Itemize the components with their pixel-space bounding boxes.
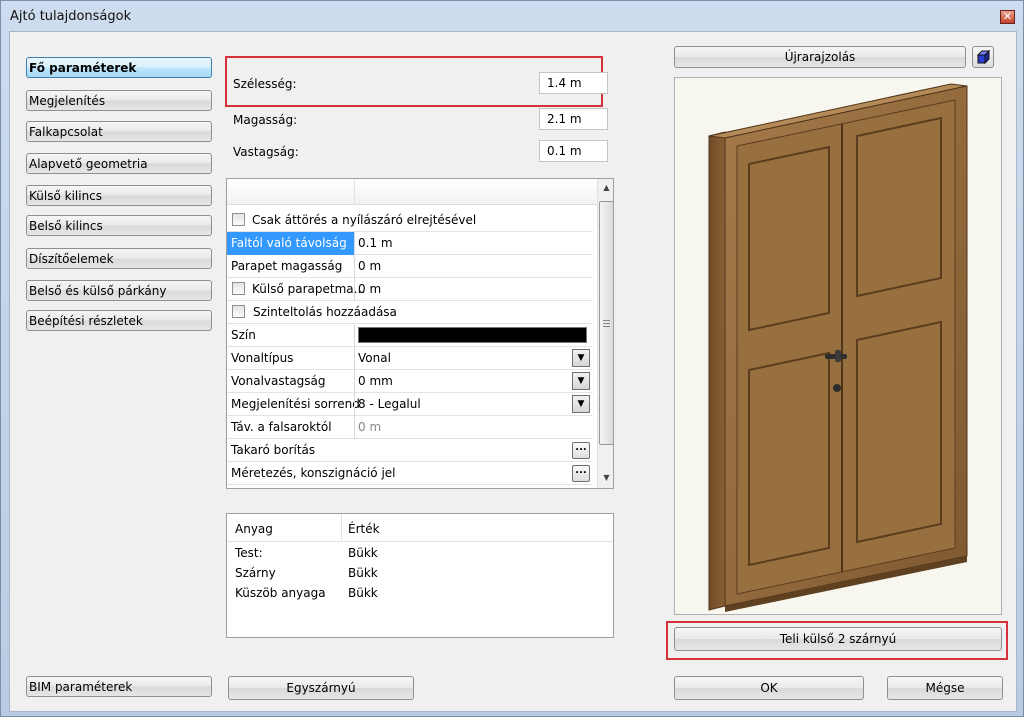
sidebar-item-beepitesi-reszletek[interactable]: Beépítési részletek [26, 310, 212, 331]
material-value[interactable]: Bükk [348, 546, 378, 560]
property-key: Csak áttörés a nyílászáró elrejtésével [252, 213, 477, 227]
property-value: 0 m [358, 420, 382, 434]
property-key: Takaró borítás [231, 443, 316, 457]
thickness-input[interactable]: 0.1 m [539, 140, 608, 162]
property-row[interactable]: Szinteltolás hozzáadása [227, 301, 593, 324]
height-label: Magasság: [233, 113, 298, 127]
materials-header [227, 514, 613, 542]
bim-parameters-button[interactable]: BIM paraméterek [26, 676, 212, 697]
material-value[interactable]: Bükk [348, 566, 378, 580]
outer-sill-checkbox[interactable] [232, 282, 245, 295]
property-row[interactable]: Takaró borítás ... [227, 439, 593, 462]
property-row[interactable]: Külső parapetma... 0 m [227, 278, 593, 301]
width-label: Szélesség: [233, 77, 297, 91]
property-row: Táv. a falsaroktól 0 m [227, 416, 593, 439]
cube-icon [976, 49, 991, 65]
property-key: Vonaltípus [231, 351, 294, 365]
property-key: Faltól való távolság [227, 232, 354, 255]
door-type-button[interactable]: Teli külső 2 szárnyú [674, 627, 1002, 651]
material-name[interactable]: Szárny [235, 566, 276, 580]
ok-button[interactable]: OK [674, 676, 864, 700]
property-value[interactable]: Vonal [358, 351, 391, 365]
scroll-down-icon[interactable]: ▼ [598, 469, 613, 486]
dialog-window: Ajtó tulajdonságok ✕ Fő paraméterek Megj… [0, 0, 1024, 717]
scroll-thumb[interactable] [599, 201, 613, 445]
property-key: Szinteltolás hozzáadása [253, 305, 397, 319]
scroll-up-icon[interactable]: ▲ [598, 179, 613, 196]
color-swatch[interactable] [358, 327, 587, 343]
ellipsis-button[interactable]: ... [572, 465, 590, 482]
property-key: Méretezés, konszignáció jel [231, 466, 396, 480]
property-row[interactable]: Méretezés, konszignáció jel ... [227, 462, 593, 485]
property-row[interactable]: Faltól való távolság 0.1 m [227, 232, 593, 255]
view-cube-button[interactable] [972, 46, 994, 68]
single-leaf-button[interactable]: Egyszárnyú [228, 676, 414, 700]
materials-table: Anyag Érték Test: Bükk Szárny Bükk Küszö… [226, 513, 614, 638]
property-grid-header [227, 179, 597, 205]
property-row[interactable]: Szín [227, 324, 593, 347]
chevron-down-icon[interactable]: ▼ [572, 349, 590, 367]
property-row[interactable]: Megjelenítési sorrend 8 - Legalul ▼ [227, 393, 593, 416]
sidebar-item-alapveto-geometria[interactable]: Alapvető geometria [26, 153, 212, 174]
property-grid: Csak áttörés a nyílászáró elrejtésével F… [226, 178, 614, 489]
property-grid-scrollbar[interactable]: ▲ ▼ [597, 179, 613, 488]
column-header-material: Anyag [235, 522, 273, 536]
sidebar-item-falkapcsolat[interactable]: Falkapcsolat [26, 121, 212, 142]
property-key: Táv. a falsaroktól [231, 420, 332, 434]
property-row[interactable]: Csak áttörés a nyílászáró elrejtésével [227, 209, 593, 232]
thickness-label: Vastagság: [233, 145, 299, 159]
material-value[interactable]: Bükk [348, 586, 378, 600]
column-header-value: Érték [348, 522, 380, 536]
sidebar-item-kulso-kilincs[interactable]: Külső kilincs [26, 185, 212, 206]
title-bar[interactable]: Ajtó tulajdonságok ✕ [1, 1, 1024, 31]
property-value[interactable]: 0.1 m [358, 236, 393, 250]
property-value[interactable]: 0 m [358, 282, 381, 296]
material-name[interactable]: Küszöb anyaga [235, 586, 326, 600]
property-row[interactable]: Vonalvastagság 0 mm ▼ [227, 370, 593, 393]
opening-only-checkbox[interactable] [232, 213, 245, 226]
property-key: Külső parapetma... [252, 282, 366, 296]
sidebar-item-belso-kilincs[interactable]: Belső kilincs [26, 215, 212, 236]
property-value[interactable]: 0 m [358, 259, 381, 273]
height-input[interactable]: 2.1 m [539, 108, 608, 130]
sidebar-item-fo-parameterek[interactable]: Fő paraméterek [26, 57, 212, 78]
property-key: Parapet magasság [231, 259, 343, 273]
width-input[interactable]: 1.4 m [539, 72, 608, 94]
chevron-down-icon[interactable]: ▼ [572, 395, 590, 413]
ellipsis-button[interactable]: ... [572, 442, 590, 459]
door-preview[interactable] [674, 77, 1002, 615]
level-offset-checkbox[interactable] [232, 305, 245, 318]
close-button[interactable]: ✕ [1000, 10, 1015, 24]
property-value[interactable]: 0 mm [358, 374, 393, 388]
property-value[interactable]: 8 - Legalul [358, 397, 421, 411]
property-row[interactable]: Vonaltípus Vonal ▼ [227, 347, 593, 370]
sidebar-item-parkany[interactable]: Belső és külső párkány [26, 280, 212, 301]
material-name[interactable]: Test: [235, 546, 263, 560]
cancel-button[interactable]: Mégse [887, 676, 1003, 700]
property-key: Megjelenítési sorrend [231, 397, 360, 411]
chevron-down-icon[interactable]: ▼ [572, 372, 590, 390]
property-key: Szín [231, 328, 256, 342]
property-row[interactable]: Parapet magasság 0 m [227, 255, 593, 278]
sidebar-item-megjelenites[interactable]: Megjelenítés [26, 90, 212, 111]
sidebar-item-diszitoelemek[interactable]: Díszítőelemek [26, 248, 212, 269]
door-3d-preview-image [708, 83, 968, 612]
redraw-button[interactable]: Újrarajzolás [674, 46, 966, 68]
property-key: Vonalvastagság [231, 374, 326, 388]
window-title: Ajtó tulajdonságok [10, 9, 132, 24]
